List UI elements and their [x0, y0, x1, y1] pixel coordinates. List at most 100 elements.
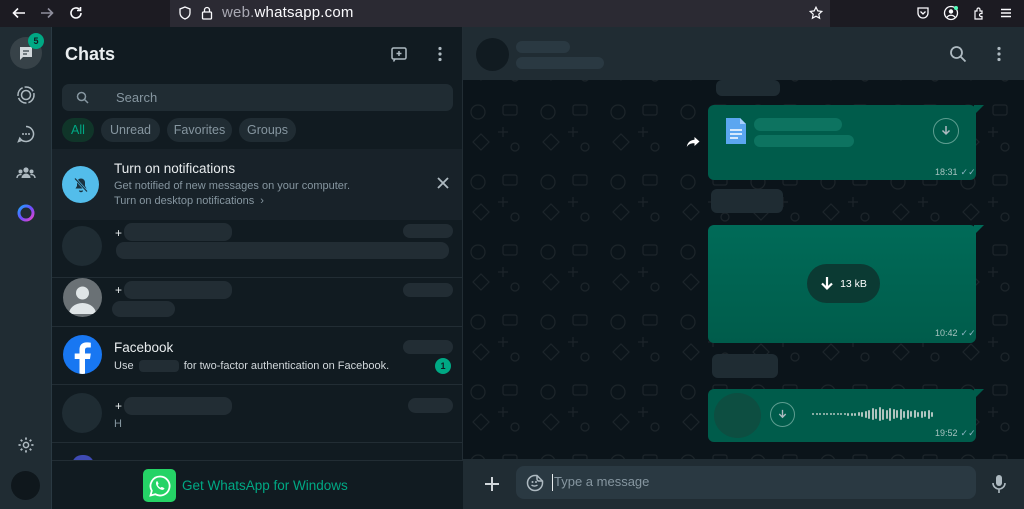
chat-name: + — [115, 226, 123, 240]
redacted-name — [124, 281, 232, 299]
lock-icon[interactable] — [198, 4, 216, 22]
chat-preview: Use for two-factor authentication on Fac… — [114, 360, 389, 373]
default-avatar — [63, 278, 102, 317]
close-icon[interactable] — [436, 176, 452, 192]
chat-row-facebook[interactable]: Facebook Use for two-factor authenticati… — [52, 327, 462, 385]
text-cursor — [552, 474, 553, 491]
redacted-time — [403, 340, 453, 354]
meta-ai-icon — [17, 204, 35, 222]
rail-channels-button[interactable] — [10, 118, 42, 150]
conversation-header[interactable] — [463, 27, 1024, 80]
search-icon — [76, 91, 89, 104]
download-app-text: Get WhatsApp for Windows — [182, 478, 348, 493]
message-meta: 19:52 ✓✓ — [935, 428, 976, 439]
message-time: 19:52 — [935, 428, 958, 438]
pocket-icon[interactable] — [914, 4, 932, 22]
download-app-banner[interactable]: Get WhatsApp for Windows — [52, 460, 463, 509]
chats-title: Chats — [65, 44, 116, 64]
date-separator — [711, 189, 783, 213]
rail-communities-button[interactable] — [10, 157, 42, 189]
reload-icon[interactable] — [67, 4, 85, 22]
chat-preview: H — [114, 418, 122, 430]
document-file-icon — [726, 118, 746, 144]
date-separator — [716, 80, 780, 96]
message-input[interactable] — [554, 474, 954, 489]
filter-chip-groups[interactable]: Groups — [239, 118, 296, 142]
facebook-avatar — [63, 335, 102, 374]
preview-start: Use — [114, 360, 134, 372]
search-input[interactable] — [116, 88, 416, 107]
notification-link[interactable]: Turn on desktop notifications › — [114, 195, 264, 207]
filter-chip-unread[interactable]: Unread — [101, 118, 160, 142]
chat-name: + — [115, 399, 123, 413]
rail-meta-ai-button[interactable] — [10, 197, 42, 229]
message-voice[interactable]: 19:52 ✓✓ — [708, 389, 984, 442]
notification-subtitle: Get notified of new messages on your com… — [114, 180, 351, 192]
forward-icon[interactable] — [682, 131, 704, 153]
voice-sender-avatar — [714, 393, 761, 438]
rail-settings-button[interactable] — [10, 429, 42, 461]
voice-waveform — [812, 403, 935, 425]
status-icon — [17, 86, 35, 104]
chat-row[interactable]: + — [52, 269, 462, 327]
conversation-panel: 18:31 ✓✓ 13 kB 10:42 ✓✓ 19:52 ✓✓ — [463, 27, 1024, 509]
url-bar[interactable]: web.whatsapp.com — [170, 0, 830, 27]
url-text: web.whatsapp.com — [222, 4, 354, 21]
extensions-icon[interactable] — [970, 4, 988, 22]
attach-plus-icon[interactable] — [482, 474, 502, 494]
account-icon[interactable] — [942, 4, 960, 22]
facebook-logo-icon — [74, 342, 91, 374]
chat-avatar — [62, 393, 102, 433]
forward-arrow-icon[interactable] — [38, 4, 56, 22]
profile-avatar[interactable] — [11, 471, 40, 500]
back-arrow-icon[interactable] — [10, 4, 28, 22]
sticker-icon[interactable] — [526, 474, 544, 492]
microphone-icon[interactable] — [990, 473, 1008, 495]
message-input-box[interactable] — [516, 466, 976, 499]
filter-chip-all[interactable]: All — [62, 118, 94, 142]
rail-status-button[interactable] — [10, 79, 42, 111]
conversation-search-icon[interactable] — [949, 45, 967, 63]
redacted-preview — [112, 301, 175, 317]
image-size: 13 kB — [840, 277, 867, 290]
redacted-time — [408, 398, 453, 413]
redacted-name — [124, 223, 232, 241]
bookmark-star-icon[interactable] — [807, 4, 825, 22]
new-chat-icon[interactable] — [389, 44, 409, 64]
tracking-shield-icon[interactable] — [176, 4, 194, 22]
notification-banner: Turn on notifications Get notified of ne… — [52, 149, 462, 220]
settings-gear-icon — [18, 437, 34, 453]
nav-rail: 5 — [0, 27, 52, 509]
message-time: 10:42 — [935, 328, 958, 338]
message-meta: 10:42 ✓✓ — [935, 328, 976, 339]
image-download-button[interactable]: 13 kB — [807, 264, 880, 303]
notification-link-text: Turn on desktop notifications — [114, 195, 255, 207]
filter-chip-favorites[interactable]: Favorites — [167, 118, 232, 142]
redacted-filename — [754, 118, 842, 131]
redacted-time — [403, 224, 453, 238]
double-check-icon: ✓✓ — [960, 167, 976, 177]
browser-menu-icon[interactable] — [997, 4, 1015, 22]
person-silhouette-icon — [69, 286, 96, 314]
bubble-tail — [974, 389, 984, 399]
download-arrow-icon — [821, 276, 833, 290]
bubble-tail — [974, 225, 984, 235]
chats-unread-badge: 5 — [28, 33, 44, 49]
chat-list-menu-icon[interactable] — [430, 44, 450, 64]
muted-bell-icon — [73, 177, 88, 192]
conversation-menu-icon[interactable] — [989, 44, 1009, 64]
message-image[interactable]: 13 kB 10:42 ✓✓ — [708, 225, 984, 343]
message-document[interactable]: 18:31 ✓✓ — [708, 105, 984, 180]
chat-name: Facebook — [114, 340, 174, 355]
redacted-name — [124, 397, 232, 415]
download-icon[interactable] — [933, 118, 959, 144]
rail-chats-button[interactable]: 5 — [10, 33, 44, 69]
chat-row[interactable]: + H — [52, 385, 462, 443]
redacted-contact-name — [516, 41, 570, 53]
search-box[interactable] — [62, 84, 453, 111]
bubble-tail — [974, 105, 984, 115]
chat-avatar — [62, 226, 102, 266]
voice-download-icon[interactable] — [770, 402, 795, 427]
double-check-icon: ✓✓ — [960, 428, 976, 438]
contact-avatar[interactable] — [476, 38, 509, 71]
